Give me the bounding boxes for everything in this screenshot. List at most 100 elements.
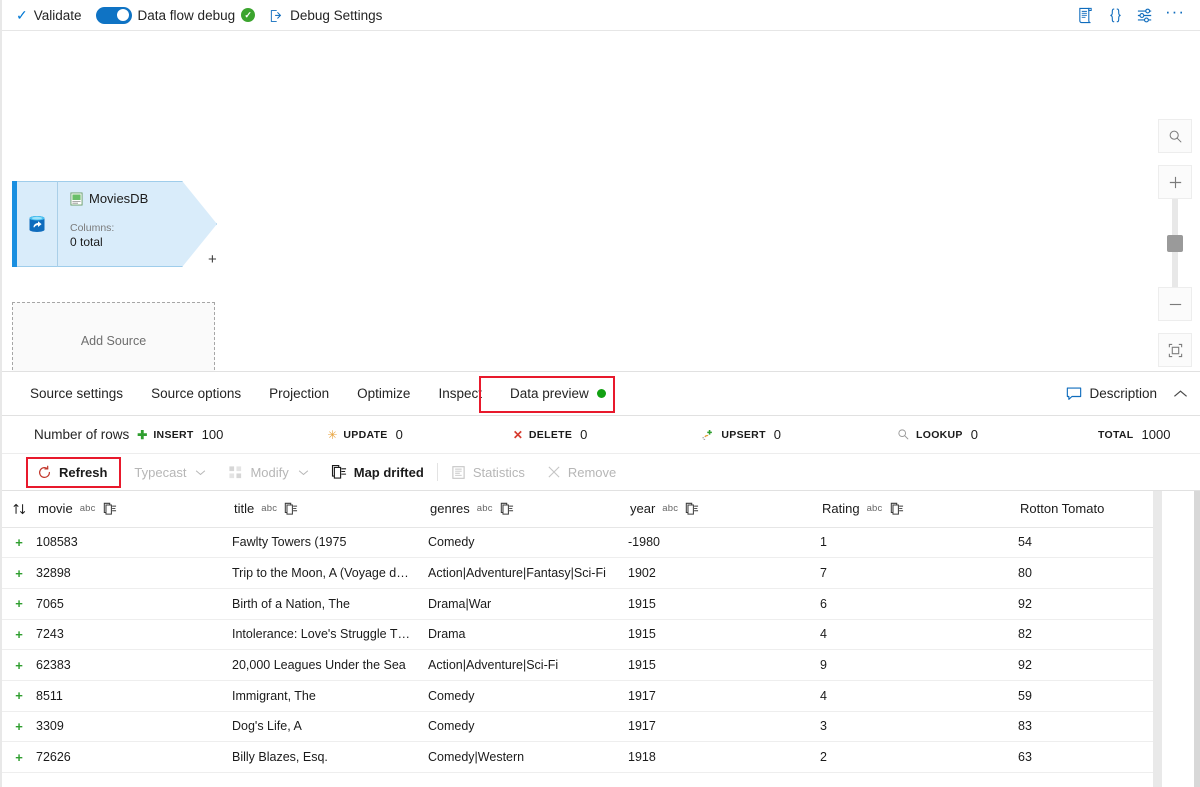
drifted-column-icon[interactable] bbox=[685, 502, 699, 516]
fit-to-screen-icon[interactable] bbox=[1158, 333, 1192, 367]
insert-marker-icon: + bbox=[15, 534, 23, 550]
tab-label: Optimize bbox=[357, 386, 411, 401]
table-row[interactable]: + 7065 Birth of a Nation, The Drama|War … bbox=[2, 588, 1162, 620]
cell-year: 1917 bbox=[628, 719, 656, 734]
tab-source-settings[interactable]: Source settings bbox=[16, 372, 137, 415]
tab-source-options[interactable]: Source options bbox=[137, 372, 255, 415]
column-header-genres[interactable]: genres abc bbox=[428, 491, 628, 528]
refresh-button[interactable]: Refresh bbox=[26, 459, 118, 485]
table-row[interactable]: + 72626 Billy Blazes, Esq. Comedy|Wester… bbox=[2, 741, 1162, 773]
column-type-abc-icon: abc bbox=[79, 503, 96, 515]
data-flow-canvas[interactable]: MoviesDB Columns: 0 total + Add Source bbox=[2, 31, 1200, 372]
collapse-pane-chevron-up-icon[interactable] bbox=[1173, 389, 1188, 399]
statistics-label: Statistics bbox=[472, 464, 525, 480]
zoom-slider[interactable] bbox=[1167, 199, 1183, 287]
source-node-moviesdb[interactable]: MoviesDB Columns: 0 total bbox=[12, 181, 217, 267]
data-flow-debug-label: Data flow debug bbox=[137, 7, 236, 23]
cell-movie: 32898 bbox=[36, 566, 71, 581]
cell-rotton-tomato: 59 bbox=[1018, 688, 1032, 703]
tab-optimize[interactable]: Optimize bbox=[343, 372, 424, 415]
insert-marker-icon: + bbox=[15, 596, 23, 612]
table-row[interactable]: + 3309 Dog's Life, A Comedy 1917 3 83 bbox=[2, 711, 1162, 743]
action-separator-2 bbox=[436, 463, 438, 481]
stat-value: 0 bbox=[395, 427, 403, 442]
zoom-in-icon[interactable] bbox=[1158, 165, 1192, 199]
canvas-zoom-controls bbox=[1158, 119, 1192, 367]
tab-data-preview[interactable]: Data preview bbox=[496, 372, 620, 415]
cell-rating: 4 bbox=[820, 688, 827, 703]
cell-movie: 62383 bbox=[36, 658, 71, 673]
drifted-column-icon[interactable] bbox=[500, 502, 514, 516]
stat-value: 0 bbox=[773, 427, 782, 442]
column-header-movie[interactable]: movie abc bbox=[36, 491, 232, 528]
zoom-slider-thumb[interactable] bbox=[1167, 235, 1183, 252]
tab-projection[interactable]: Projection bbox=[255, 372, 343, 415]
settings-sliders-icon[interactable] bbox=[1130, 2, 1160, 28]
node-icon-container bbox=[17, 181, 58, 267]
modify-button[interactable]: Modify bbox=[217, 459, 319, 485]
data-flow-debug-toggle[interactable] bbox=[95, 6, 132, 24]
data-flow-debug-group: Data flow debug ✓ bbox=[95, 6, 256, 24]
column-header-title[interactable]: title abc bbox=[232, 491, 428, 528]
remove-button[interactable]: Remove bbox=[536, 459, 627, 485]
zoom-out-icon[interactable] bbox=[1158, 287, 1192, 321]
column-header-rotton-tomato[interactable]: Rotton Tomato bbox=[1018, 491, 1162, 528]
table-row[interactable]: + 7243 Intolerance: Love's Struggle T… D… bbox=[2, 619, 1162, 651]
column-label: Rating bbox=[822, 501, 860, 517]
cell-genres: Action|Adventure|Fantasy|Sci-Fi bbox=[428, 566, 606, 581]
tab-inspect[interactable]: Inspect bbox=[424, 372, 496, 415]
drifted-column-icon[interactable] bbox=[284, 502, 298, 516]
remove-icon bbox=[547, 465, 561, 479]
table-row[interactable]: + 32898 Trip to the Moon, A (Voyage d… A… bbox=[2, 557, 1162, 589]
table-row[interactable]: + 8511 Immigrant, The Comedy 1917 4 59 bbox=[2, 680, 1162, 712]
tab-label: Projection bbox=[269, 386, 330, 401]
cell-movie: 7243 bbox=[36, 627, 64, 642]
validate-button[interactable]: ✓ Validate bbox=[16, 8, 82, 23]
table-vertical-scrollbar[interactable] bbox=[1153, 491, 1162, 787]
more-options-icon[interactable]: ··· bbox=[1160, 0, 1190, 31]
cell-rotton-tomato: 92 bbox=[1018, 596, 1032, 611]
toggle-knob bbox=[116, 9, 129, 21]
drifted-column-icon[interactable] bbox=[890, 502, 904, 516]
code-braces-icon[interactable] bbox=[1100, 2, 1130, 28]
pane-vertical-scrollbar[interactable] bbox=[1194, 491, 1200, 787]
cell-rotton-tomato: 83 bbox=[1018, 719, 1032, 734]
script-icon[interactable] bbox=[1070, 2, 1100, 28]
stat-value: 0 bbox=[580, 427, 588, 442]
statistics-button[interactable]: Statistics bbox=[440, 459, 536, 485]
node-columns-value: 0 total bbox=[70, 235, 103, 249]
map-drifted-button[interactable]: Map drifted bbox=[320, 459, 435, 485]
description-button[interactable]: Description bbox=[1066, 386, 1157, 401]
column-type-abc-icon: abc bbox=[476, 503, 493, 515]
debug-status-success-icon: ✓ bbox=[241, 8, 256, 22]
cell-rating: 7 bbox=[820, 566, 827, 581]
cell-title: 20,000 Leagues Under the Sea bbox=[232, 658, 406, 673]
data-preview-table-container[interactable]: movie abc title abc genres abc year abc … bbox=[2, 490, 1200, 787]
column-header-year[interactable]: year abc bbox=[628, 491, 820, 528]
cell-title: Birth of a Nation, The bbox=[232, 596, 350, 611]
remove-label: Remove bbox=[567, 464, 617, 480]
stat-value: 1000 bbox=[1141, 427, 1171, 442]
stat-value: 0 bbox=[970, 427, 978, 442]
data-preview-actions-toolbar: Refresh Typecast Modify Map drifted Stat… bbox=[2, 454, 1200, 490]
magnifier-icon bbox=[897, 428, 910, 441]
column-header-sort[interactable] bbox=[2, 491, 36, 528]
search-icon[interactable] bbox=[1158, 119, 1192, 153]
column-header-rating[interactable]: Rating abc bbox=[820, 491, 1018, 528]
add-downstream-step-button[interactable]: + bbox=[208, 252, 217, 267]
typecast-button[interactable]: Typecast bbox=[123, 459, 217, 485]
column-label: genres bbox=[430, 501, 470, 517]
tabs-right-actions: Description bbox=[1066, 372, 1200, 415]
add-source-button[interactable]: Add Source bbox=[12, 302, 215, 371]
insert-marker-icon: + bbox=[15, 626, 23, 642]
map-drifted-icon bbox=[331, 464, 347, 480]
table-row[interactable]: + 62383 20,000 Leagues Under the Sea Act… bbox=[2, 649, 1162, 681]
table-row[interactable]: + 108583 Fawlty Towers (1975 Comedy -198… bbox=[2, 527, 1162, 559]
debug-settings-button[interactable]: Debug Settings bbox=[269, 8, 382, 23]
row-change-marker: + bbox=[2, 588, 36, 620]
node-columns-label: Columns: bbox=[70, 222, 115, 234]
sort-icon[interactable] bbox=[2, 502, 36, 516]
dataset-icon bbox=[70, 192, 83, 206]
drifted-column-icon[interactable] bbox=[103, 502, 117, 516]
refresh-label: Refresh bbox=[59, 464, 108, 480]
